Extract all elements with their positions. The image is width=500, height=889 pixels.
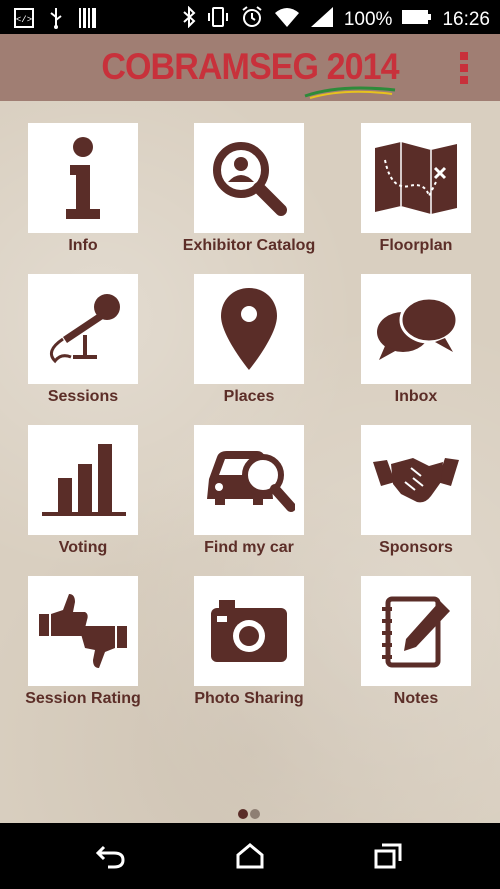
logo-swoosh-icon xyxy=(304,86,396,99)
usb-icon xyxy=(48,7,64,34)
tile-sessions[interactable]: Sessions xyxy=(0,274,166,424)
tile-icon-box xyxy=(194,274,304,384)
tile-label: Inbox xyxy=(394,388,438,405)
battery-percent: 100% xyxy=(343,8,393,30)
tile-session-rating[interactable]: Session Rating xyxy=(0,576,166,726)
map-pin-icon xyxy=(221,288,277,370)
app-bar: COBRAMSEG 2014 xyxy=(0,34,500,101)
tile-exhibitor-catalog[interactable]: Exhibitor Catalog xyxy=(166,123,332,273)
tile-label: Photo Sharing xyxy=(194,690,304,707)
tile-icon-box xyxy=(28,274,138,384)
vibrate-icon xyxy=(206,6,230,33)
bluetooth-icon xyxy=(182,5,196,33)
svg-text:</>: </> xyxy=(16,15,32,25)
tile-label: Sessions xyxy=(47,388,119,405)
tile-label: Session Rating xyxy=(25,690,141,707)
info-icon xyxy=(66,137,100,219)
tile-sponsors[interactable]: Sponsors xyxy=(333,425,499,575)
tile-floorplan[interactable]: Floorplan xyxy=(333,123,499,273)
car-search-icon xyxy=(207,451,295,512)
chat-bubbles-icon xyxy=(377,296,459,360)
tile-icon-box xyxy=(194,576,304,686)
treasure-map-icon xyxy=(375,142,457,214)
tile-label: Exhibitor Catalog xyxy=(182,237,316,254)
alarm-icon xyxy=(240,5,264,34)
code-icon: </> xyxy=(14,8,34,33)
system-nav-bar xyxy=(0,823,500,889)
wifi-icon xyxy=(274,6,300,33)
notepad-pen-icon xyxy=(382,596,450,668)
tile-voting[interactable]: Voting xyxy=(0,425,166,575)
camera-icon xyxy=(211,600,287,662)
back-icon[interactable] xyxy=(95,843,126,874)
tile-icon-box xyxy=(28,576,138,686)
tile-label: Floorplan xyxy=(379,237,453,254)
clock: 16:26 xyxy=(442,8,490,30)
tile-icon-box xyxy=(194,123,304,233)
tile-icon-box xyxy=(361,274,471,384)
tile-icon-box xyxy=(361,123,471,233)
tile-info[interactable]: Info xyxy=(0,123,166,273)
tile-places[interactable]: Places xyxy=(166,274,332,424)
bar-chart-icon xyxy=(42,444,126,516)
signal-icon xyxy=(310,6,334,33)
magnifier-person-icon xyxy=(213,142,287,216)
thumbs-up-down-icon xyxy=(39,594,127,668)
app-logo: COBRAMSEG 2014 xyxy=(101,46,399,87)
tile-label: Places xyxy=(223,388,275,405)
home-icon[interactable] xyxy=(236,843,264,874)
tile-icon-box xyxy=(361,576,471,686)
handshake-icon xyxy=(373,458,459,503)
page-indicator xyxy=(238,809,260,819)
tile-label: Sponsors xyxy=(379,539,453,556)
tile-find-my-car[interactable]: Find my car xyxy=(166,425,332,575)
tile-label: Info xyxy=(68,237,98,254)
microphone-icon xyxy=(49,294,120,364)
overflow-menu-icon[interactable] xyxy=(460,52,470,86)
status-bar: </> 100% 16:26 xyxy=(0,0,500,34)
battery-icon xyxy=(402,9,432,30)
tile-icon-box xyxy=(361,425,471,535)
page-dot-active[interactable] xyxy=(238,809,248,819)
page-dot[interactable] xyxy=(250,809,260,819)
tile-icon-box xyxy=(28,425,138,535)
feature-grid: Info Exhibitor Catalog Floorplan Session… xyxy=(0,101,500,823)
tile-label: Voting xyxy=(58,539,108,556)
tile-label: Find my car xyxy=(204,539,294,556)
tile-icon-box xyxy=(28,123,138,233)
tile-inbox[interactable]: Inbox xyxy=(333,274,499,424)
tile-notes[interactable]: Notes xyxy=(333,576,499,726)
tile-icon-box xyxy=(194,425,304,535)
recents-icon[interactable] xyxy=(374,843,402,874)
barcode-icon xyxy=(78,7,98,34)
tile-label: Notes xyxy=(393,690,439,707)
tile-photo-sharing[interactable]: Photo Sharing xyxy=(166,576,332,726)
